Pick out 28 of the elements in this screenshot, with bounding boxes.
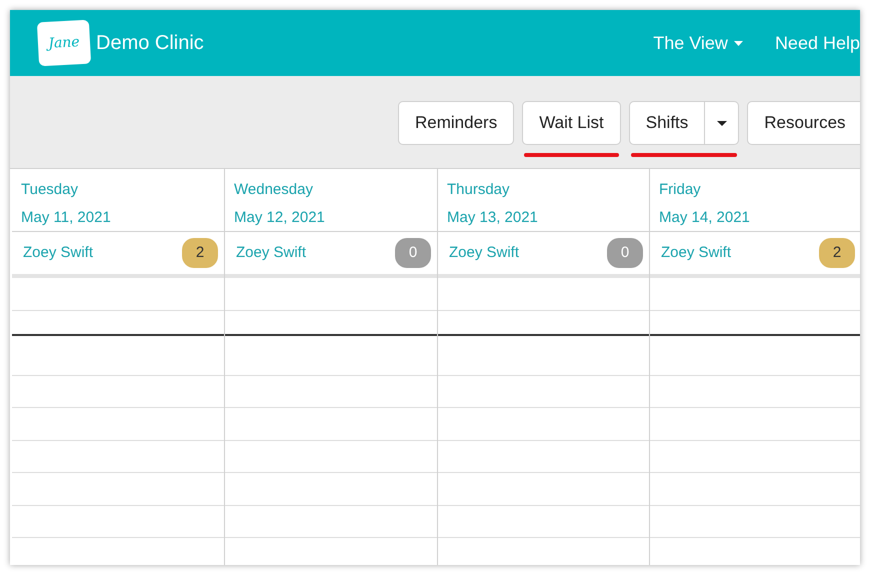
- date-label: May 11, 2021: [21, 208, 112, 228]
- count-badge: 0: [607, 238, 643, 268]
- weekday-label: Thursday: [447, 180, 511, 200]
- staff-link[interactable]: Zoey Swift: [661, 242, 732, 264]
- caret-icon: [734, 40, 743, 46]
- count-badge: 2: [819, 238, 855, 268]
- clinic-name[interactable]: Demo Clinic: [96, 28, 204, 58]
- count-badge: 0: [395, 238, 431, 268]
- caret-icon: [716, 120, 727, 126]
- nav-link[interactable]: Need Help: [774, 30, 860, 56]
- staff-link[interactable]: Zoey Swift: [23, 242, 94, 264]
- weekday-label: Friday: [659, 180, 702, 200]
- weekday-label: Wednesday: [234, 180, 314, 200]
- staff-link[interactable]: Zoey Swift: [236, 242, 306, 264]
- date-label: May 13, 2021: [447, 208, 539, 228]
- logo-text: Jane: [48, 32, 80, 54]
- weekday-label: Tuesday: [21, 180, 79, 200]
- dropdown-button[interactable]: [705, 101, 740, 145]
- count-badge: 2: [182, 238, 218, 268]
- nav-link[interactable]: The View: [653, 30, 743, 56]
- toolbar-button[interactable]: Reminders: [398, 101, 514, 145]
- toolbar-button[interactable]: Wait List: [522, 101, 621, 145]
- logo-icon[interactable]: Jane: [36, 20, 92, 66]
- date-label: May 12, 2021: [234, 208, 326, 228]
- shifts-button[interactable]: Shifts: [628, 101, 706, 145]
- date-label: May 14, 2021: [659, 208, 751, 228]
- staff-link[interactable]: Zoey Swift: [449, 242, 520, 264]
- toolbar-button[interactable]: Resources: [747, 101, 860, 145]
